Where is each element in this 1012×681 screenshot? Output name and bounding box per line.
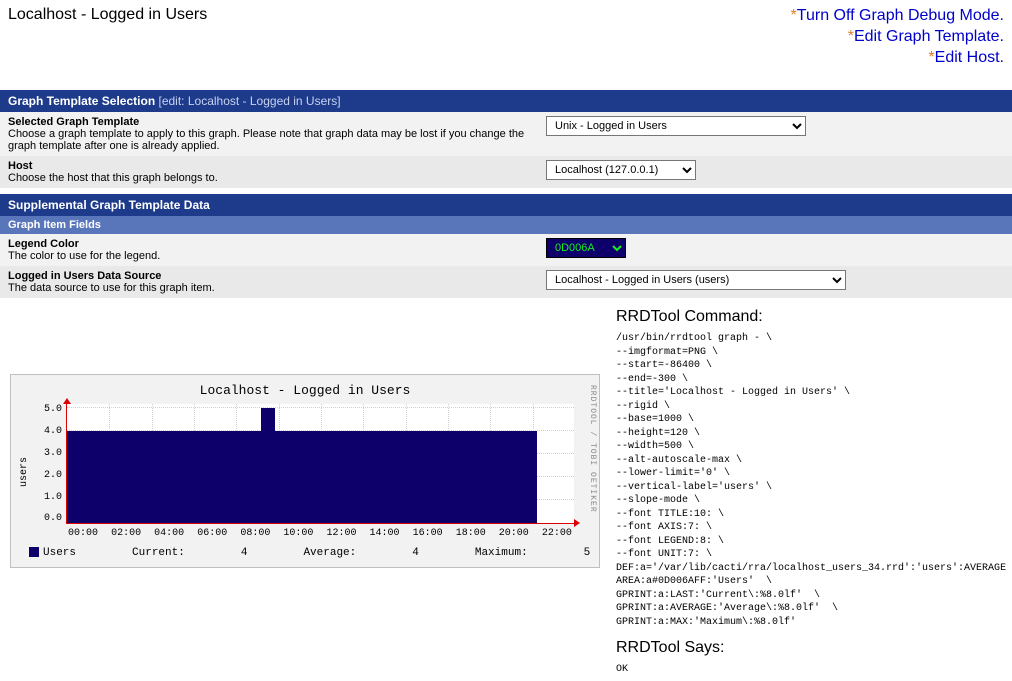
arrow-up-icon [63,398,71,404]
legend-color-select[interactable]: 0D006A [546,238,626,258]
data-source-select[interactable]: Localhost - Logged in Users (users) [546,270,846,290]
page-title: Localhost - Logged in Users [8,6,207,24]
plot-canvas [66,404,574,524]
legend-swatch [29,547,39,557]
debug-links: *Turn Off Graph Debug Mode. *Edit Graph … [791,6,1004,68]
x-axis-ticks: 00:00 02:00 04:00 06:00 08:00 10:00 12:0… [66,528,574,539]
y-axis-ticks: 5.0 4.0 3.0 2.0 1.0 0.0 [34,404,62,524]
turn-off-debug-link[interactable]: Turn Off Graph Debug Mode. [797,7,1004,24]
legend-color-label: Legend Color The color to use for the le… [0,234,538,266]
rrdtool-brand: RRDTOOL / TOBI OETIKER [588,385,597,513]
graph-preview: Localhost - Logged in Users RRDTOOL / TO… [10,374,600,568]
section-graph-item-fields: Graph Item Fields [0,216,1012,234]
selected-template-label: Selected Graph Template Choose a graph t… [0,112,538,156]
graph-legend: UsersCurrent:4Average:4Maximum:5 [19,547,591,559]
edit-host-link[interactable]: Edit Host. [935,49,1004,66]
host-select[interactable]: Localhost (127.0.0.1) [546,160,696,180]
arrow-right-icon [574,519,580,527]
graph-title: Localhost - Logged in Users [19,383,591,398]
rrdtool-command-text: /usr/bin/rrdtool graph - \ --imgformat=P… [616,332,1012,629]
y-axis-label: users [19,457,30,487]
data-source-label: Logged in Users Data Source The data sou… [0,266,538,298]
edit-note: [edit: Localhost - Logged in Users] [159,94,341,108]
edit-graph-template-link[interactable]: Edit Graph Template. [854,28,1004,45]
section-graph-template-selection: Graph Template Selection [edit: Localhos… [0,90,1012,112]
rrdtool-says-title: RRDTool Says: [616,639,1012,657]
host-label: Host Choose the host that this graph bel… [0,156,538,188]
selected-template-select[interactable]: Unix - Logged in Users [546,116,806,136]
section-supplemental: Supplemental Graph Template Data [0,194,1012,216]
rrdtool-command-title: RRDTool Command: [616,308,1012,326]
rrdtool-says-text: OK [616,663,1012,677]
